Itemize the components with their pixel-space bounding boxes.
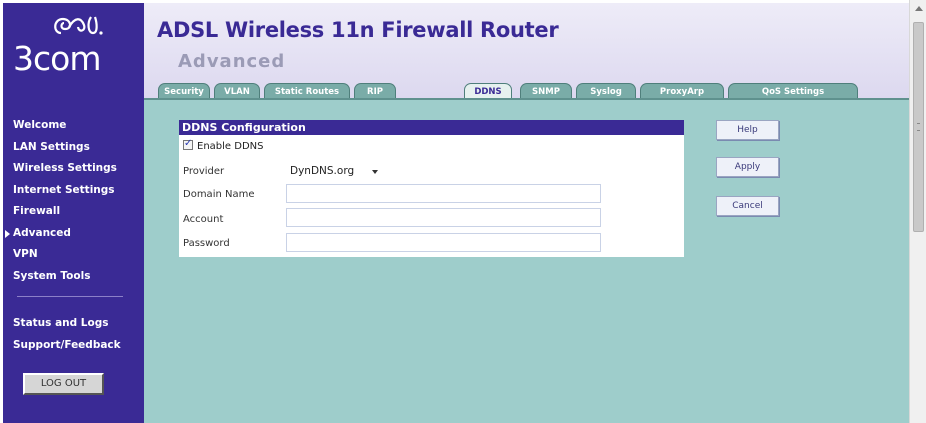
tab-syslog[interactable]: Syslog xyxy=(576,83,636,99)
sidebar-item-vpn[interactable]: VPN xyxy=(13,244,141,266)
sidebar-item-internet-settings[interactable]: Internet Settings xyxy=(13,180,141,202)
logo-text: 3com xyxy=(13,39,101,78)
page-header: ADSL Wireless 11n Firewall Router Advanc… xyxy=(144,3,909,100)
router-admin-window: 3com Welcome LAN Settings Wireless Setti… xyxy=(3,3,909,423)
scroll-grip-icon xyxy=(917,123,920,131)
account-label: Account xyxy=(183,214,224,225)
domain-name-label: Domain Name xyxy=(183,189,255,200)
brand-logo: 3com xyxy=(11,11,136,91)
sidebar-item-status-and-logs[interactable]: Status and Logs xyxy=(13,313,141,335)
tab-proxyarp[interactable]: ProxyArp xyxy=(640,83,724,99)
scroll-thumb[interactable] xyxy=(913,22,924,232)
tab-qos-settings[interactable]: QoS Settings xyxy=(728,83,858,99)
chevron-down-icon xyxy=(372,170,378,174)
sidebar: 3com Welcome LAN Settings Wireless Setti… xyxy=(3,3,144,423)
tab-snmp[interactable]: SNMP xyxy=(520,83,572,99)
provider-value: DynDNS.org xyxy=(290,165,355,177)
section-title: Advanced xyxy=(178,51,286,72)
3com-logo-icon xyxy=(54,16,103,35)
sidebar-item-firewall[interactable]: Firewall xyxy=(13,201,141,223)
provider-label: Provider xyxy=(183,166,225,177)
tab-static-routes[interactable]: Static Routes xyxy=(264,83,350,99)
page-title: ADSL Wireless 11n Firewall Router xyxy=(157,18,559,42)
main-content: DDNS Configuration Enable DDNS Provider … xyxy=(144,100,909,423)
domain-name-field[interactable] xyxy=(286,184,601,203)
enable-ddns-checkbox[interactable] xyxy=(183,138,193,150)
ddns-config-panel: DDNS Configuration Enable DDNS Provider … xyxy=(179,120,684,257)
tab-bar: Security VLAN Static Routes RIP DDNS SNM… xyxy=(158,83,909,100)
sidebar-item-lan-settings[interactable]: LAN Settings xyxy=(13,137,141,159)
scroll-up-icon[interactable] xyxy=(915,6,923,11)
help-button[interactable]: Help xyxy=(716,120,779,140)
sidebar-item-advanced[interactable]: Advanced xyxy=(5,223,141,245)
sidebar-item-support-feedback[interactable]: Support/Feedback xyxy=(13,335,141,357)
sidebar-item-wireless-settings[interactable]: Wireless Settings xyxy=(13,158,141,180)
sidebar-secondary-nav: Status and Logs Support/Feedback xyxy=(13,313,141,356)
provider-select[interactable]: DynDNS.org xyxy=(286,163,384,180)
tab-security[interactable]: Security xyxy=(158,83,210,99)
sidebar-nav: Welcome LAN Settings Wireless Settings I… xyxy=(5,115,141,288)
password-label: Password xyxy=(183,238,230,249)
cancel-button[interactable]: Cancel xyxy=(716,196,779,216)
panel-title: DDNS Configuration xyxy=(179,120,684,135)
sidebar-item-system-tools[interactable]: System Tools xyxy=(13,266,141,288)
sidebar-divider xyxy=(17,296,123,297)
enable-ddns-label: Enable DDNS xyxy=(197,141,264,152)
vertical-scrollbar[interactable] xyxy=(909,0,926,423)
enable-ddns-row[interactable]: Enable DDNS xyxy=(183,138,264,152)
logout-button[interactable]: LOG OUT xyxy=(23,373,104,395)
apply-button[interactable]: Apply xyxy=(716,157,779,177)
password-field[interactable] xyxy=(286,233,601,252)
sidebar-item-welcome[interactable]: Welcome xyxy=(13,115,141,137)
tab-rip[interactable]: RIP xyxy=(354,83,396,99)
tab-vlan[interactable]: VLAN xyxy=(214,83,260,99)
account-field[interactable] xyxy=(286,208,601,227)
